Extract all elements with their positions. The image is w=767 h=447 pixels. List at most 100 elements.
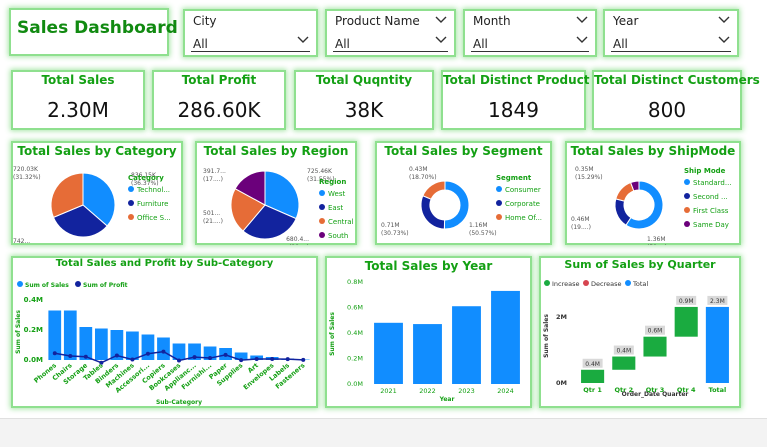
slicer-value: All (473, 37, 488, 51)
bar (413, 324, 442, 384)
x-tick-label: 2023 (458, 387, 475, 395)
profit-point (301, 358, 305, 362)
canvas-footer (0, 418, 767, 447)
bar (491, 291, 520, 384)
profit-point (255, 357, 259, 361)
data-label: 0.4M (616, 348, 631, 355)
profit-point (270, 357, 274, 361)
data-label: 0.71M(30.73%) (381, 222, 409, 237)
chart-title: Total Sales by Segment (377, 144, 550, 158)
donut-chart: 1.36M(59....)0.46M(19....)0.35M(15.29%)S… (567, 161, 739, 245)
legend-marker (544, 280, 550, 286)
bar (126, 332, 139, 361)
data-label: 0.4M (585, 361, 600, 368)
data-label: 501...(21....) (203, 210, 223, 225)
legend-marker (319, 218, 325, 224)
profit-point (161, 350, 165, 354)
legend-marker (496, 200, 502, 206)
pie-slice (423, 181, 445, 199)
legend-item: South (328, 232, 348, 240)
kpi-value: 286.60K (154, 98, 284, 122)
kpi-title: Total Distinct Product (443, 73, 584, 87)
chevron-down-icon[interactable] (296, 33, 310, 47)
kpi-total-distinct-product: Total Distinct Product 1849 (441, 70, 586, 130)
slicer-underline (471, 51, 589, 52)
legend-item: Sum of Sales (25, 282, 69, 289)
pie-chart: 836.15K(36.37%)742...(32...)720.03K(31.3… (13, 161, 181, 245)
chevron-down-icon[interactable] (575, 33, 589, 47)
chart-sales-by-region: Total Sales by Region 725.46K(31.55%)680… (195, 141, 357, 245)
legend-item: Furniture (137, 200, 168, 208)
legend-title: Region (319, 178, 346, 186)
slicer-month[interactable]: Month All (463, 9, 597, 57)
y-tick-label: 0.4M (347, 329, 363, 337)
slicer-city[interactable]: City All (183, 9, 318, 57)
y-axis-label: Sum of Sales (543, 314, 550, 358)
y-tick-label: 0.2M (24, 326, 43, 334)
chart-sales-by-year: Total Sales by Year 0.0M0.2M0.4M0.6M0.8M… (325, 256, 532, 408)
data-label: 1.16M(50.57%) (469, 222, 497, 237)
waterfall-bar (706, 307, 729, 383)
chevron-down-icon[interactable] (434, 33, 448, 47)
combo-chart: Sum of SalesSum of Profit0.0M0.2M0.4MSum… (13, 270, 316, 406)
waterfall-bar (581, 370, 604, 383)
legend-item: Home Of... (505, 214, 542, 222)
legend-item: Same Day (693, 221, 729, 229)
data-label: 742...(32...) (13, 238, 31, 245)
legend-item: Increase (552, 280, 580, 288)
legend-marker (319, 204, 325, 210)
slicer-underline (611, 51, 731, 52)
bar (452, 306, 481, 384)
legend-marker (496, 186, 502, 192)
legend-item: Total (632, 280, 648, 288)
pie-slice (421, 196, 445, 229)
donut-chart: 1.16M(50.57%)0.71M(30.73%)0.43M(18.70%)S… (377, 161, 550, 245)
slicer-year[interactable]: Year All (603, 9, 739, 57)
legend-title: Category (128, 174, 164, 182)
slicer-label: Year (613, 14, 638, 28)
x-tick-label: 2021 (380, 387, 397, 395)
profit-point (146, 352, 150, 356)
chart-title: Total Sales by Region (197, 144, 355, 158)
waterfall-chart: IncreaseDecreaseTotal0M2MSum of Sales0.4… (541, 272, 739, 406)
chevron-down-icon[interactable] (434, 13, 448, 27)
slicer-product-name[interactable]: Product Name All (325, 9, 456, 57)
bar-chart: 0.0M0.2M0.4M0.6M0.8MSum of Sales20212022… (327, 276, 530, 406)
legend-marker (684, 179, 690, 185)
bar (95, 329, 108, 361)
profit-point (53, 351, 57, 355)
legend-item: Corporate (505, 200, 540, 208)
kpi-total-distinct-customers: Total Distinct Customers 800 (592, 70, 742, 130)
kpi-value: 800 (594, 98, 740, 122)
pie-slice (444, 181, 469, 229)
data-label: 0.35M(15.29%) (575, 166, 603, 181)
x-axis-label: Year (439, 396, 455, 403)
legend-item: East (328, 204, 343, 212)
x-tick-label: 2024 (497, 387, 514, 395)
legend-marker (128, 186, 134, 192)
profit-point (224, 353, 228, 357)
kpi-title: Total Sales (13, 73, 143, 87)
legend-marker (684, 207, 690, 213)
slicer-label: City (193, 14, 217, 28)
pie-slice (615, 199, 631, 225)
chevron-down-icon[interactable] (717, 13, 731, 27)
kpi-value: 38K (296, 98, 432, 122)
chart-sales-by-quarter: Sum of Sales by Quarter Increase Decrease… (539, 256, 741, 408)
legend-marker (128, 214, 134, 220)
kpi-value: 2.30M (13, 98, 143, 122)
legend-marker (684, 193, 690, 199)
legend-item: Consumer (505, 186, 541, 194)
chart-title: Sum of Sales by Quarter (541, 258, 739, 271)
x-tick-label: 2022 (419, 387, 436, 395)
data-label: 0.43M(18.70%) (409, 166, 437, 181)
chevron-down-icon[interactable] (717, 33, 731, 47)
slicer-underline (191, 51, 310, 52)
legend-item: First Class (693, 207, 729, 215)
chevron-down-icon[interactable] (575, 13, 589, 27)
legend-item: Decrease (591, 280, 621, 288)
chart-title: Total Sales by ShipMode (567, 144, 739, 158)
page-title: Sales Dashboard (17, 18, 178, 38)
profit-point (286, 357, 290, 361)
chart-sales-by-segment: Total Sales by Segment 1.16M(50.57%) 0.71… (375, 141, 552, 245)
